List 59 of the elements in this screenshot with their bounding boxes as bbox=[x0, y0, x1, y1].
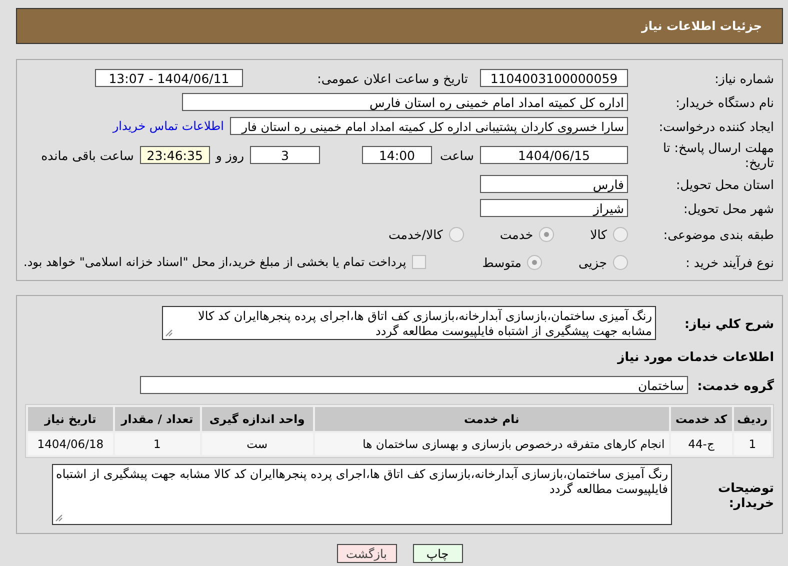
field-label: ساعت bbox=[440, 148, 474, 162]
field-label: طبقه بندی موضوعی: bbox=[662, 226, 774, 242]
field-label: نوع فرآیند خرید : bbox=[684, 254, 774, 270]
field-label: ساعت باقی مانده bbox=[41, 148, 134, 162]
option-label: کالا bbox=[590, 226, 607, 242]
table-cell: 1404/06/18 bbox=[28, 433, 113, 455]
section-title: اطلاعات خدمات مورد نیاز bbox=[616, 348, 774, 364]
column-header: نام خدمت bbox=[314, 407, 669, 431]
field-label: تاریخ و ساعت اعلان عمومی: bbox=[317, 70, 468, 86]
table-cell: انجام کارهای متفرقه درخصوص بازسازی و بهسازی ساختمان ها bbox=[314, 433, 669, 455]
service-group-field: ساختمان bbox=[140, 376, 688, 394]
buyer-org-field: اداره کل کمیته امداد امام خمینی ره استان فارس bbox=[182, 93, 628, 111]
city-field: شیراز bbox=[480, 199, 628, 217]
column-header: تاریخ نیاز bbox=[28, 407, 113, 431]
remaining-time-field: 23:46:35 bbox=[140, 146, 210, 164]
option-label: متوسط bbox=[482, 254, 522, 270]
column-header: کد خدمت bbox=[670, 407, 732, 431]
field-label: ایجاد کننده درخواست: bbox=[658, 118, 774, 134]
radio-button[interactable] bbox=[539, 226, 554, 242]
column-header: واحد اندازه گیری bbox=[202, 407, 313, 431]
field-label: روز و bbox=[216, 148, 244, 162]
back-button[interactable]: بازگشت bbox=[336, 544, 396, 563]
payment-note: پرداخت تمام یا بخشی از مبلغ خرید،از محل "اسناد خزانه اسلامی" خواهد بود. bbox=[24, 255, 406, 269]
page-title: جزئیات اطلاعات نیاز bbox=[641, 19, 762, 33]
days-field: 3 bbox=[250, 146, 320, 164]
field-label: شرح کلي نیاز: bbox=[684, 316, 774, 330]
field-label: شهر محل تحویل: bbox=[682, 200, 774, 216]
resize-grip-icon bbox=[55, 514, 63, 522]
table-cell: 1 bbox=[114, 433, 200, 455]
option-label: جزیی bbox=[578, 254, 607, 270]
deadline-date-field: 1404/06/15 bbox=[480, 146, 628, 164]
radio-button[interactable] bbox=[448, 226, 464, 242]
description-field[interactable]: رنگ آمیزی ساختمان،بازسازی آبدارخانه،بازسازی کف اتاق ها،اجرای پرده پنجرهاایران کد کالا مشابه جهت پیشگیری از اشتباه فایلپیوست مطالعه گردد bbox=[162, 306, 656, 340]
field-label: استان محل تحویل: bbox=[674, 176, 774, 192]
field-label: گروه خدمت: bbox=[696, 378, 774, 392]
contact-link[interactable]: اطلاعات تماس خریدار bbox=[112, 119, 224, 133]
table-cell: 1 bbox=[734, 433, 771, 455]
need-number-field: 1104003100000059 bbox=[480, 69, 628, 87]
column-header: ردیف bbox=[734, 407, 771, 431]
field-label: توضیحات خریدار: bbox=[717, 480, 774, 510]
column-header: تعداد / مقدار bbox=[114, 407, 200, 431]
radio-button[interactable] bbox=[527, 254, 542, 270]
field-label: نام دستگاه خریدار: bbox=[674, 94, 774, 110]
description-field[interactable]: رنگ آمیزی ساختمان،بازسازی آبدارخانه،بازسازی کف اتاق ها،اجرای پرده پنجرهاایران کد کالا مشابه جهت پیشگیری از اشتباه فایلپیوست مطالعه گردد bbox=[52, 464, 672, 525]
radio-button[interactable] bbox=[613, 226, 628, 242]
option-label: خدمت bbox=[500, 226, 534, 242]
deadline-time-field: 14:00 bbox=[362, 146, 432, 164]
resize-grip-icon bbox=[165, 329, 173, 337]
field-label: شماره نیاز: bbox=[714, 70, 774, 86]
table-cell: ج-44 bbox=[670, 433, 732, 455]
checkbox[interactable] bbox=[412, 255, 426, 269]
print-button[interactable]: چاپ bbox=[412, 544, 462, 563]
requester-field: سارا خسروی کاردان پشتیبانی اداره کل کمیته امداد امام خمینی ره استان فار bbox=[230, 117, 628, 135]
table-cell: ست bbox=[202, 433, 313, 455]
province-field: فارس bbox=[480, 175, 628, 193]
radio-button[interactable] bbox=[613, 254, 628, 270]
field-label: مهلت ارسال پاسخ: تا تاریخ: bbox=[662, 140, 774, 170]
option-label: کالا/خدمت bbox=[388, 226, 443, 242]
announce-date-field: 1404/06/11 - 13:07 bbox=[95, 69, 243, 87]
